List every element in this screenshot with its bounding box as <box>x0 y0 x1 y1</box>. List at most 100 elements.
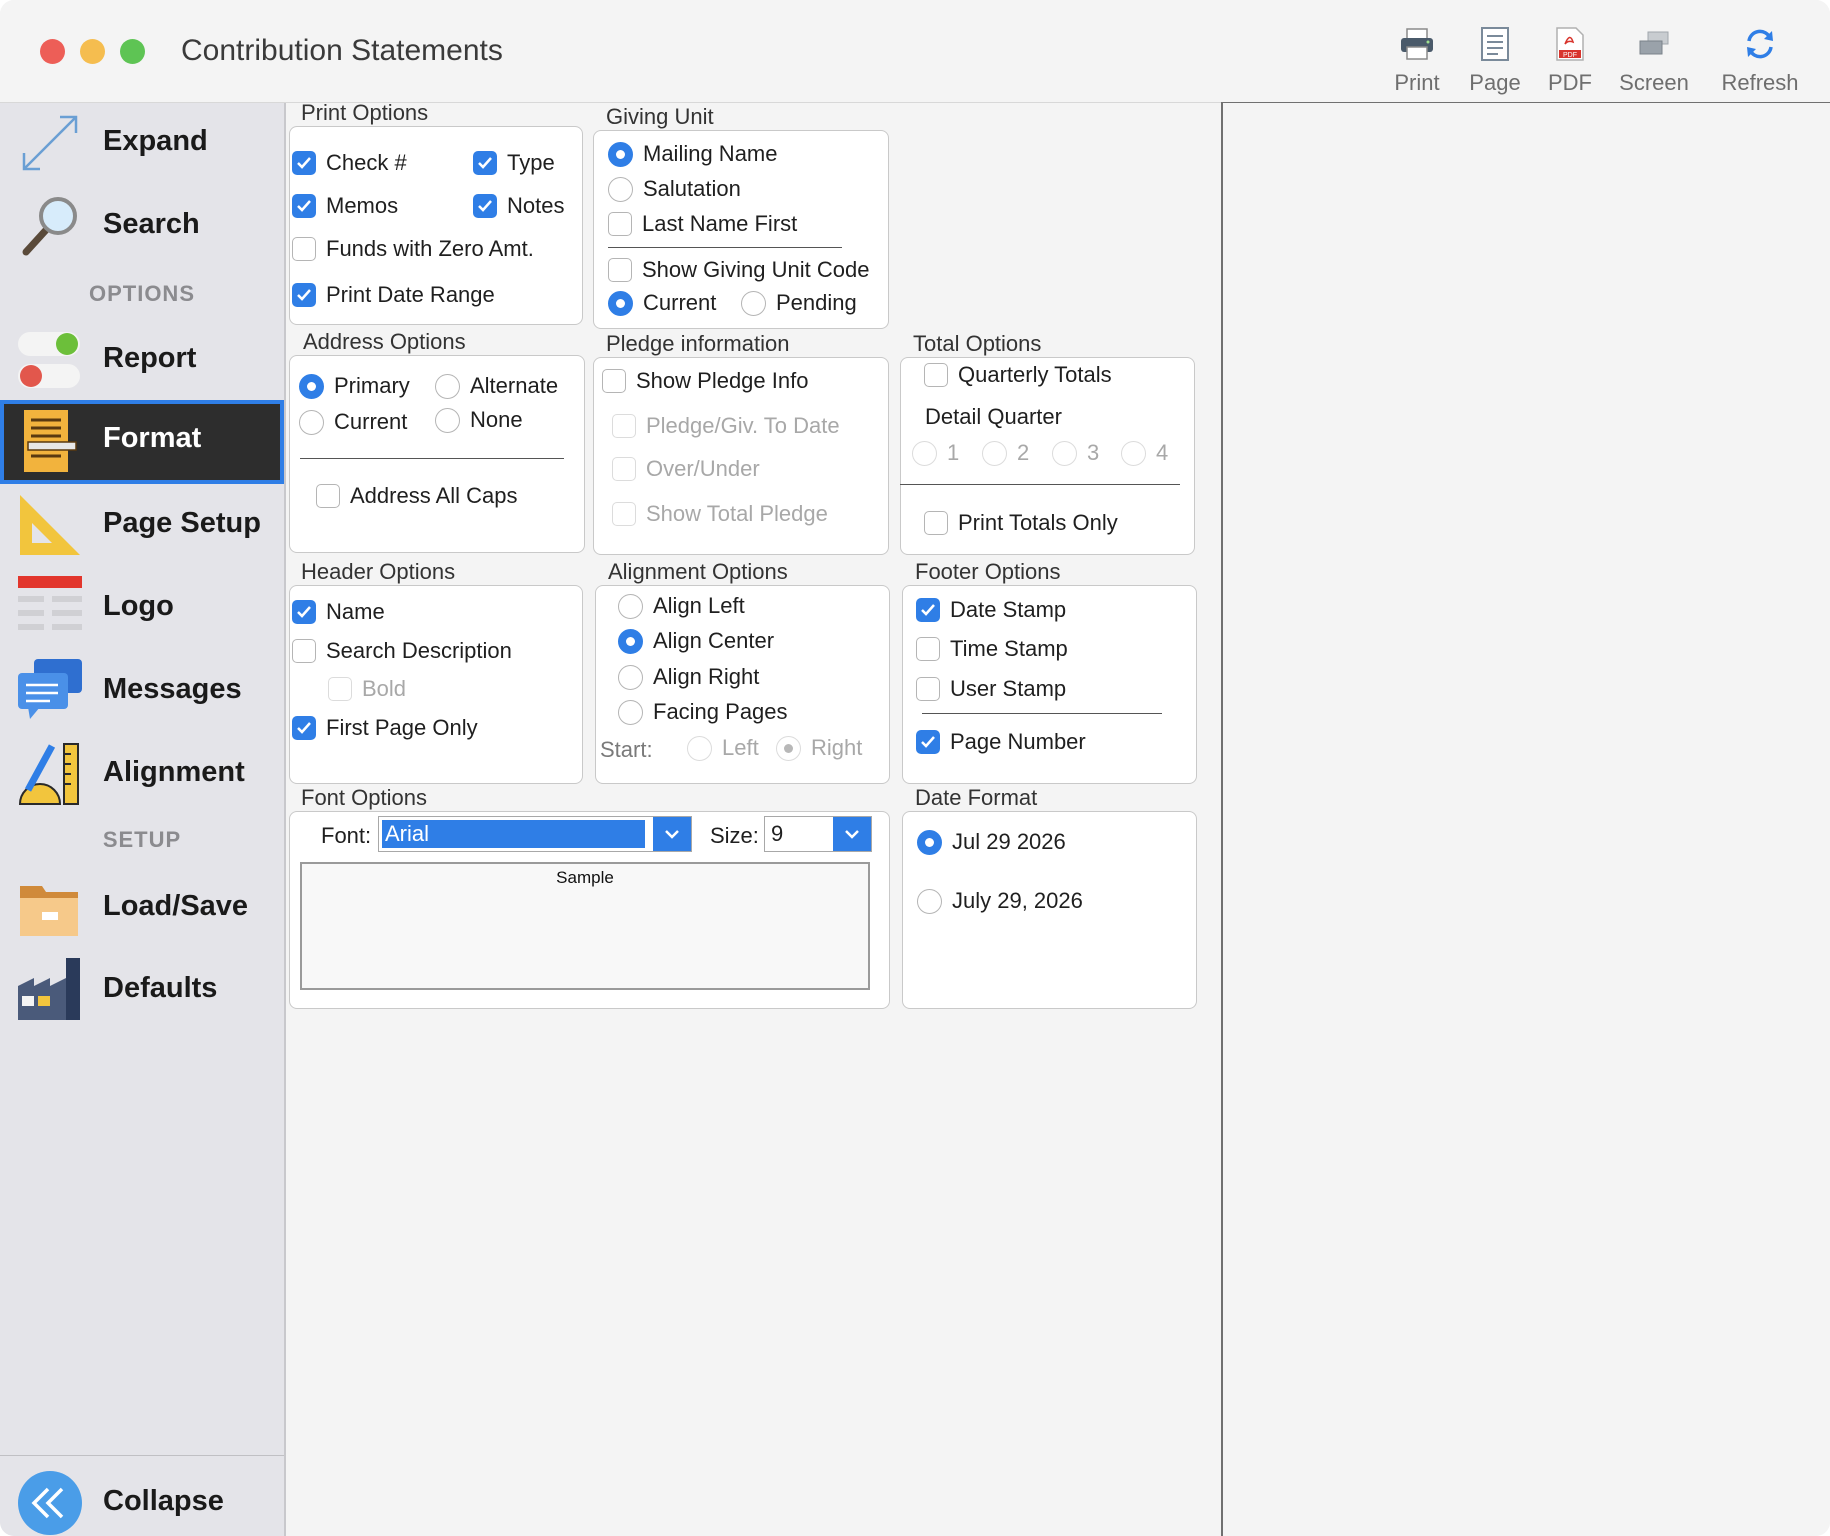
double-chevron-left-icon <box>18 1471 82 1535</box>
footer-options-title: Footer Options <box>915 559 1061 584</box>
close-window-button[interactable] <box>40 39 65 64</box>
sidebar-item-collapse[interactable]: Collapse <box>0 1463 284 1536</box>
align-left-radio[interactable]: Align Left <box>618 593 745 619</box>
file-box-icon <box>20 886 78 936</box>
chat-bubbles-icon <box>18 659 82 719</box>
sidebar-item-expand[interactable]: Expand <box>0 103 284 183</box>
print-totals-only-checkbox[interactable]: Print Totals Only <box>924 510 1118 536</box>
sidebar-item-alignment[interactable]: Alignment <box>0 734 284 814</box>
page-button[interactable]: Page <box>1460 22 1530 98</box>
date-format-short-radio[interactable]: Jul 29 2026 <box>917 829 1066 855</box>
minimize-window-button[interactable] <box>80 39 105 64</box>
zoom-window-button[interactable] <box>120 39 145 64</box>
first-page-only-checkbox[interactable]: First Page Only <box>292 715 478 741</box>
date-format-long-radio[interactable]: July 29, 2026 <box>917 888 1083 914</box>
quarter-1-radio[interactable]: 1 <box>912 440 959 466</box>
check-icon <box>292 151 316 175</box>
notes-checkbox[interactable]: Notes <box>473 193 564 219</box>
factory-icon <box>18 958 80 1020</box>
print-options-title: Print Options <box>301 100 429 125</box>
font-select[interactable]: Arial <box>378 816 692 852</box>
giving-unit-title: Giving Unit <box>606 104 714 129</box>
refresh-icon <box>1747 29 1773 59</box>
user-stamp-checkbox[interactable]: User Stamp <box>916 676 1066 702</box>
search-description-checkbox[interactable]: Search Description <box>292 638 512 664</box>
pdf-button[interactable]: PDF PDF <box>1537 22 1603 98</box>
size-select[interactable]: 9 <box>764 816 872 852</box>
check-icon <box>292 600 316 624</box>
show-total-pledge-checkbox[interactable]: Show Total Pledge <box>612 501 828 527</box>
detail-quarter-label: Detail Quarter <box>925 404 1062 429</box>
check-icon <box>473 194 497 218</box>
window-title: Contribution Statements <box>181 34 503 67</box>
check-icon <box>916 598 940 622</box>
drafting-tools-icon <box>18 743 79 805</box>
alternate-address-radio[interactable]: Alternate <box>435 373 558 399</box>
options-section-header: OPTIONS <box>88 281 195 306</box>
check-icon <box>292 716 316 740</box>
over-under-checkbox[interactable]: Over/Under <box>612 456 760 482</box>
header-name-checkbox[interactable]: Name <box>292 599 385 625</box>
screen-button[interactable]: Screen <box>1612 22 1696 98</box>
giving-current-radio[interactable]: Current <box>608 290 716 316</box>
size-label: Size: <box>710 823 759 848</box>
last-name-first-checkbox[interactable]: Last Name First <box>608 211 797 237</box>
printer-icon <box>1401 28 1433 60</box>
date-stamp-checkbox[interactable]: Date Stamp <box>916 597 1066 623</box>
quarter-4-radio[interactable]: 4 <box>1121 440 1168 466</box>
sidebar-item-load-save[interactable]: Load/Save <box>0 868 284 948</box>
sidebar-item-logo[interactable]: Logo <box>0 568 284 648</box>
letterhead-icon <box>18 576 82 630</box>
start-left-radio[interactable]: Left <box>687 735 759 761</box>
title-bar: Contribution Statements Print Page PDF P… <box>0 0 1830 103</box>
sidebar-item-page-setup[interactable]: Page Setup <box>0 485 284 565</box>
check-number-checkbox[interactable]: Check # <box>292 150 407 176</box>
pledge-info-title: Pledge information <box>606 331 790 356</box>
chevron-down-icon[interactable] <box>833 817 871 851</box>
align-right-radio[interactable]: Align Right <box>618 664 759 690</box>
sidebar-item-search[interactable]: Search <box>0 186 284 266</box>
header-bold-checkbox[interactable]: Bold <box>328 676 406 702</box>
align-center-radio[interactable]: Align Center <box>618 628 774 654</box>
address-all-caps-checkbox[interactable]: Address All Caps <box>316 483 518 509</box>
page-number-checkbox[interactable]: Page Number <box>916 729 1086 755</box>
sidebar-item-defaults[interactable]: Defaults <box>0 950 284 1030</box>
print-date-range-checkbox[interactable]: Print Date Range <box>292 282 495 308</box>
sidebar-item-format[interactable]: Format <box>0 400 284 484</box>
pledge-to-date-checkbox[interactable]: Pledge/Giv. To Date <box>612 413 840 439</box>
start-right-radio[interactable]: Right <box>776 735 862 761</box>
mailing-name-radio[interactable]: Mailing Name <box>608 141 778 167</box>
check-icon <box>292 283 316 307</box>
show-giving-unit-code-checkbox[interactable]: Show Giving Unit Code <box>608 257 869 283</box>
print-button[interactable]: Print <box>1382 22 1452 98</box>
current-address-radio[interactable]: Current <box>299 409 407 435</box>
quarter-3-radio[interactable]: 3 <box>1052 440 1099 466</box>
setup-section-header: SETUP <box>102 827 182 852</box>
page-icon <box>1481 27 1509 61</box>
check-icon <box>916 730 940 754</box>
none-address-radio[interactable]: None <box>435 407 523 433</box>
time-stamp-checkbox[interactable]: Time Stamp <box>916 636 1068 662</box>
giving-pending-radio[interactable]: Pending <box>741 290 857 316</box>
refresh-button[interactable]: Refresh <box>1716 22 1804 98</box>
type-checkbox[interactable]: Type <box>473 150 555 176</box>
start-label: Start: <box>600 737 653 762</box>
magnifier-icon <box>22 197 77 256</box>
primary-address-radio[interactable]: Primary <box>299 373 410 399</box>
sidebar: Expand Search OPTIONS Report Format Page… <box>0 103 286 1536</box>
expand-icon <box>22 115 78 171</box>
show-pledge-info-checkbox[interactable]: Show Pledge Info <box>602 368 808 394</box>
salutation-radio[interactable]: Salutation <box>608 176 741 202</box>
quarterly-totals-checkbox[interactable]: Quarterly Totals <box>924 362 1112 388</box>
sidebar-item-report[interactable]: Report <box>0 320 284 400</box>
check-icon <box>292 194 316 218</box>
zero-funds-checkbox[interactable]: Funds with Zero Amt. <box>292 236 534 262</box>
facing-pages-radio[interactable]: Facing Pages <box>618 699 788 725</box>
font-sample-box: Sample <box>300 862 870 990</box>
quarter-2-radio[interactable]: 2 <box>982 440 1029 466</box>
sidebar-item-messages[interactable]: Messages <box>0 651 284 731</box>
chevron-down-icon[interactable] <box>653 817 691 851</box>
app-window: Contribution Statements Print Page PDF P… <box>0 0 1830 1536</box>
toggle-switches-icon <box>18 332 80 388</box>
memos-checkbox[interactable]: Memos <box>292 193 398 219</box>
